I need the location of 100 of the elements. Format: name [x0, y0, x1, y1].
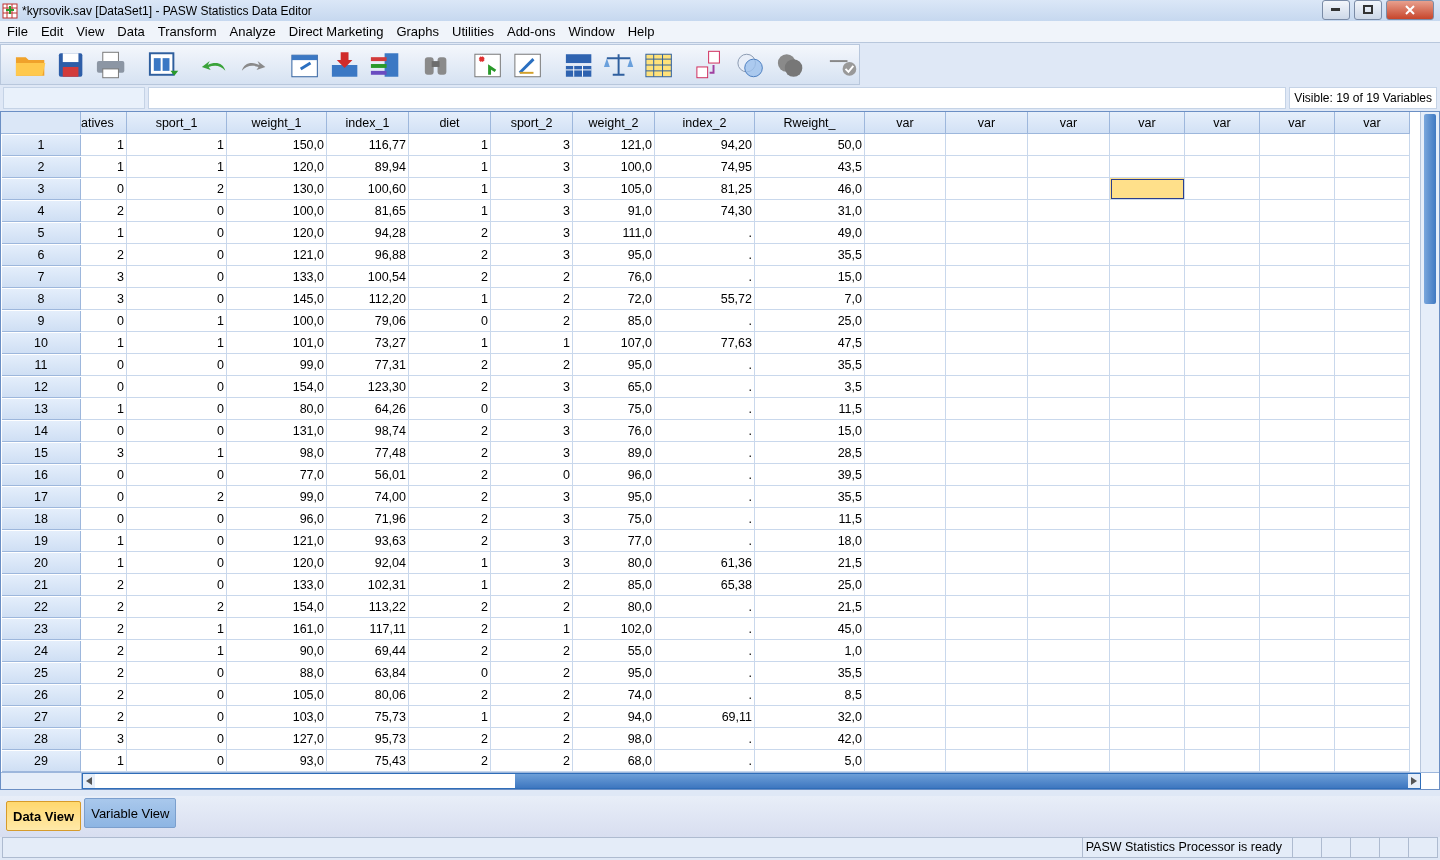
table-cell: 1	[127, 310, 227, 333]
close-button[interactable]	[1386, 0, 1434, 20]
column-header[interactable]: var	[1028, 112, 1110, 135]
row-header[interactable]: 25	[2, 663, 81, 685]
menu-item[interactable]: File	[2, 24, 36, 40]
table-cell: 113,22	[327, 596, 409, 619]
row-header[interactable]: 8	[2, 289, 81, 311]
row-header[interactable]: 21	[2, 575, 81, 597]
menu-item[interactable]: Add-ons	[501, 24, 564, 40]
menu-item[interactable]: Utilities	[447, 24, 502, 40]
table-cell: 1	[409, 288, 491, 311]
column-header[interactable]: var	[1185, 112, 1260, 135]
column-header[interactable]: atives	[81, 112, 127, 135]
table-cell: 100,0	[227, 200, 327, 223]
row-header[interactable]: 13	[2, 399, 81, 421]
row-header[interactable]: 15	[2, 443, 81, 465]
table-cell: 145,0	[227, 288, 327, 311]
table-cell: 0	[491, 464, 573, 487]
column-header[interactable]: index_2	[655, 112, 755, 135]
table-cell: 161,0	[227, 618, 327, 641]
minimize-button[interactable]	[1322, 0, 1350, 20]
row-header[interactable]: 3	[2, 179, 81, 201]
column-header[interactable]: var	[1110, 112, 1185, 135]
row-header[interactable]: 11	[2, 355, 81, 377]
row-header[interactable]: 10	[2, 333, 81, 355]
row-header[interactable]: 22	[2, 597, 81, 619]
row-header[interactable]: 6	[2, 245, 81, 267]
row-header[interactable]: 20	[2, 553, 81, 575]
table-cell: 130,0	[227, 178, 327, 201]
table-cell: 1	[81, 398, 127, 421]
cell-name-field[interactable]	[3, 86, 145, 109]
table-cell: 0	[127, 420, 227, 443]
menu-item[interactable]: Window	[563, 24, 623, 40]
view-tab[interactable]: Data View	[6, 801, 82, 832]
row-header[interactable]: 14	[2, 421, 81, 443]
row-header[interactable]: 7	[2, 267, 81, 289]
row-header[interactable]: 16	[2, 465, 81, 487]
row-header[interactable]: 4	[2, 201, 81, 223]
menu-item[interactable]: View	[71, 24, 113, 40]
table-cell: 107,0	[573, 332, 655, 355]
table-cell: 1	[409, 706, 491, 729]
column-header[interactable]: var	[1335, 112, 1410, 135]
row-header[interactable]: 9	[2, 311, 81, 333]
column-header[interactable]: diet	[409, 112, 491, 135]
row-header[interactable]: 12	[2, 377, 81, 399]
column-header[interactable]: var	[946, 112, 1028, 135]
table-cell: 3	[491, 398, 573, 421]
table-cell: 77,31	[327, 354, 409, 377]
table-cell: 0	[127, 266, 227, 289]
row-header[interactable]: 19	[2, 531, 81, 553]
row-header[interactable]: 18	[2, 509, 81, 531]
row-header[interactable]: 26	[2, 685, 81, 707]
row-header[interactable]: 1	[2, 135, 81, 157]
table-cell: 0	[127, 530, 227, 553]
table-cell: 2	[409, 596, 491, 619]
column-header[interactable]: weight_2	[573, 112, 655, 135]
column-header[interactable]: weight_1	[227, 112, 327, 135]
menu-item[interactable]: Analyze	[224, 24, 284, 40]
table-cell: 2	[491, 288, 573, 311]
row-header[interactable]: 24	[2, 641, 81, 663]
row-header[interactable]: 27	[2, 707, 81, 729]
column-header[interactable]: var	[1260, 112, 1335, 135]
row-header[interactable]: 23	[2, 619, 81, 641]
menu-item[interactable]: Edit	[35, 24, 72, 40]
menu-item[interactable]: Transform	[152, 24, 225, 40]
table-cell: 0	[127, 552, 227, 575]
row-header[interactable]: 29	[2, 751, 81, 773]
table-cell: 102,31	[327, 574, 409, 597]
maximize-button[interactable]	[1354, 0, 1382, 20]
column-header[interactable]: var	[865, 112, 946, 135]
menu-item[interactable]: Graphs	[391, 24, 448, 40]
cell-editor-field[interactable]	[148, 86, 1287, 109]
menu-item[interactable]: Data	[112, 24, 153, 40]
row-header[interactable]: 17	[2, 487, 81, 509]
table-cell: 154,0	[227, 596, 327, 619]
column-header[interactable]: sport_1	[127, 112, 227, 135]
column-header[interactable]: Rweight_	[755, 112, 865, 135]
table-cell: 3	[491, 552, 573, 575]
table-cell: 120,0	[227, 222, 327, 245]
table-cell: 0	[81, 354, 127, 377]
menu-item[interactable]: Help	[622, 24, 663, 40]
table-cell: 0	[127, 354, 227, 377]
horizontal-scrollbar[interactable]	[82, 773, 1421, 790]
table-cell: 101,0	[227, 332, 327, 355]
vertical-scrollbar[interactable]	[1420, 112, 1439, 773]
menu-item[interactable]: Direct Marketing	[283, 24, 392, 40]
table-cell: 95,0	[573, 662, 655, 685]
table-cell: 47,5	[755, 332, 865, 355]
row-header[interactable]: 2	[2, 157, 81, 179]
table-cell: 0	[81, 486, 127, 509]
table-cell: 21,5	[755, 552, 865, 575]
left-arrow-icon[interactable]	[86, 777, 92, 786]
column-header[interactable]: index_1	[327, 112, 409, 135]
row-header[interactable]: 5	[2, 223, 81, 245]
table-cell: 11,5	[755, 508, 865, 531]
right-arrow-icon[interactable]	[1411, 777, 1417, 786]
row-header[interactable]: 28	[2, 729, 81, 751]
view-tab[interactable]: Variable View	[84, 798, 177, 829]
table-cell: 35,5	[755, 244, 865, 267]
column-header[interactable]: sport_2	[491, 112, 573, 135]
